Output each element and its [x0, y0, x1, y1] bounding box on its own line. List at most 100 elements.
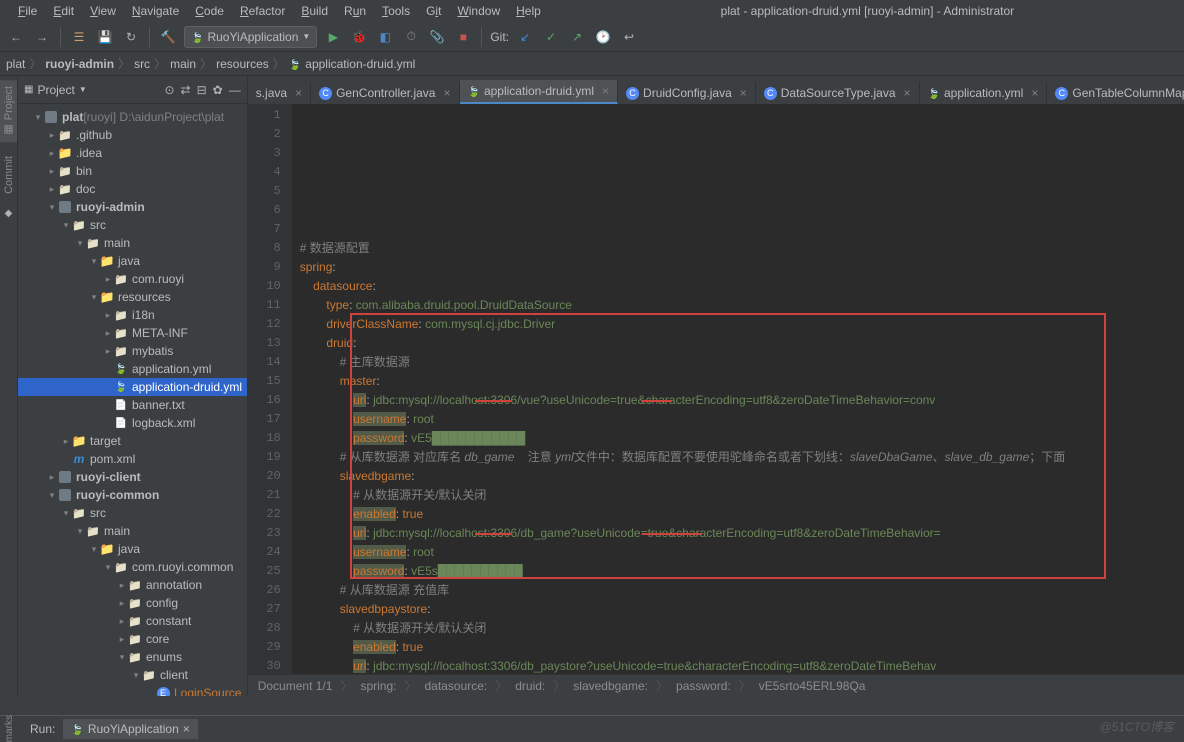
commit-tool-tab[interactable]: Commit — [1, 150, 17, 200]
tree-row[interactable]: ▸core — [18, 630, 247, 648]
tree-row[interactable]: ▾📁java — [18, 252, 247, 270]
open-icon[interactable]: ☰ — [69, 27, 89, 47]
menu-navigate[interactable]: Navigate — [126, 2, 185, 20]
close-icon[interactable]: × — [602, 84, 609, 98]
tree-row[interactable]: application-druid.yml — [18, 378, 247, 396]
tree-row[interactable]: logback.xml — [18, 414, 247, 432]
editor-tab[interactable]: CGenController.java× — [311, 82, 459, 104]
target-icon[interactable]: ⊙ — [164, 83, 174, 97]
menu-edit[interactable]: Edit — [47, 2, 80, 20]
crumb[interactable]: application-druid.yml — [305, 57, 415, 71]
tree-row[interactable]: ▾com.ruoyi.common — [18, 558, 247, 576]
tree-row[interactable]: ▸📁target — [18, 432, 247, 450]
line-gutter[interactable]: 1234567891011121314151617181920212223242… — [248, 104, 292, 674]
git-commit-icon[interactable]: ✓ — [541, 27, 561, 47]
stop-icon[interactable]: ■ — [453, 27, 473, 47]
tree-row[interactable]: ▸.github — [18, 126, 247, 144]
back-icon[interactable]: ← — [6, 27, 26, 47]
editor-tab[interactable]: CDataSourceType.java× — [756, 82, 920, 104]
tree-row[interactable]: ▸📁.idea — [18, 144, 247, 162]
tree-row[interactable]: mpom.xml — [18, 450, 247, 468]
crumb[interactable]: resources — [216, 57, 269, 71]
run-config-selector[interactable]: RuoYiApplication ▼ — [184, 26, 317, 48]
close-icon[interactable]: × — [183, 722, 190, 736]
tree-row[interactable]: ▾main — [18, 234, 247, 252]
tree-row[interactable]: ▾📁java — [18, 540, 247, 558]
tree-row[interactable]: ▸com.ruoyi — [18, 270, 247, 288]
crumb[interactable]: main — [170, 57, 196, 71]
tree-row[interactable]: ▾client — [18, 666, 247, 684]
git-rollback-icon[interactable]: ↩ — [619, 27, 639, 47]
crumb[interactable]: src — [134, 57, 150, 71]
tree-row[interactable]: application.yml — [18, 360, 247, 378]
tree-row[interactable]: ELoginSource — [18, 684, 247, 696]
tree-row[interactable]: ▸mybatis — [18, 342, 247, 360]
tree-row[interactable]: ▾enums — [18, 648, 247, 666]
bottom-tool-window: marks Run: RuoYiApplication × — [0, 715, 1184, 741]
git-push-icon[interactable]: ↗ — [567, 27, 587, 47]
profile-icon[interactable]: ⏱ — [401, 27, 421, 47]
menu-help[interactable]: Help — [510, 2, 547, 20]
tree-row[interactable]: ▾main — [18, 522, 247, 540]
menu-view[interactable]: View — [84, 2, 122, 20]
close-icon[interactable]: × — [295, 86, 302, 100]
expand-icon[interactable]: ⇄ — [181, 83, 191, 97]
tree-row[interactable]: ▸doc — [18, 180, 247, 198]
refresh-icon[interactable]: ↻ — [121, 27, 141, 47]
tree-row[interactable]: ▸ruoyi-client — [18, 468, 247, 486]
editor-tab[interactable]: application.yml× — [920, 82, 1048, 104]
editor-tab[interactable]: CDruidConfig.java× — [618, 82, 756, 104]
editor-tab[interactable]: CGenTableColumnMapp× — [1047, 82, 1184, 104]
menu-tools[interactable]: Tools — [376, 2, 416, 20]
menu-window[interactable]: Window — [451, 2, 506, 20]
collapse-icon[interactable]: ⊟ — [197, 83, 207, 97]
code-editor[interactable]: # 数据源配置spring: datasource: type: com.ali… — [292, 104, 1184, 674]
tree-row[interactable]: ▾📁resources — [18, 288, 247, 306]
project-tree[interactable]: ▾plat [ruoyi] D:\aidunProject\plat▸.gith… — [18, 104, 247, 696]
tree-row[interactable]: ▾src — [18, 504, 247, 522]
project-panel-title[interactable]: ▦ Project ▼ — [24, 83, 164, 97]
coverage-icon[interactable]: ◧ — [375, 27, 395, 47]
debug-icon[interactable]: 🐞 — [349, 27, 369, 47]
save-icon[interactable]: 💾 — [95, 27, 115, 47]
tree-row[interactable]: ▸i18n — [18, 306, 247, 324]
hide-icon[interactable]: — — [229, 83, 241, 97]
tree-row[interactable]: ▾ruoyi-common — [18, 486, 247, 504]
tree-row[interactable]: ▾ruoyi-admin — [18, 198, 247, 216]
menu-build[interactable]: Build — [295, 2, 334, 20]
crumb[interactable]: ruoyi-admin — [45, 57, 114, 71]
menu-git[interactable]: Git — [420, 2, 447, 20]
editor-tab[interactable]: s.java× — [248, 82, 311, 104]
run-icon[interactable]: ▶ — [323, 27, 343, 47]
tree-row[interactable]: ▾plat [ruoyi] D:\aidunProject\plat — [18, 108, 247, 126]
menu-file[interactable]: File — [12, 2, 43, 20]
project-tool-tab[interactable]: ▦ Project — [0, 80, 17, 142]
attach-icon[interactable]: 📎 — [427, 27, 447, 47]
tree-row[interactable]: ▾src — [18, 216, 247, 234]
commit-icon[interactable]: ◆ — [5, 208, 13, 219]
editor-tab[interactable]: application-druid.yml× — [460, 80, 619, 104]
bookmarks-tab[interactable]: marks — [4, 715, 15, 742]
menu-run[interactable]: Run — [338, 2, 372, 20]
forward-icon[interactable]: → — [32, 27, 52, 47]
menu-refactor[interactable]: Refactor — [234, 2, 291, 20]
tree-row[interactable]: ▸annotation — [18, 576, 247, 594]
tree-row[interactable]: ▸constant — [18, 612, 247, 630]
close-icon[interactable]: × — [1031, 86, 1038, 100]
hammer-icon[interactable]: 🔨 — [158, 27, 178, 47]
tree-row[interactable]: ▸META-INF — [18, 324, 247, 342]
run-config-label: RuoYiApplication — [207, 30, 298, 44]
run-tab[interactable]: RuoYiApplication × — [63, 719, 197, 739]
tree-row[interactable]: ▸bin — [18, 162, 247, 180]
git-history-icon[interactable]: 🕑 — [593, 27, 613, 47]
spring-leaf-icon — [71, 722, 83, 736]
tree-row[interactable]: banner.txt — [18, 396, 247, 414]
close-icon[interactable]: × — [443, 86, 450, 100]
tree-row[interactable]: ▸config — [18, 594, 247, 612]
menu-code[interactable]: Code — [189, 2, 230, 20]
settings-icon[interactable]: ✿ — [213, 83, 223, 97]
git-update-icon[interactable]: ↙ — [515, 27, 535, 47]
crumb[interactable]: plat — [6, 57, 25, 71]
close-icon[interactable]: × — [740, 86, 747, 100]
close-icon[interactable]: × — [904, 86, 911, 100]
